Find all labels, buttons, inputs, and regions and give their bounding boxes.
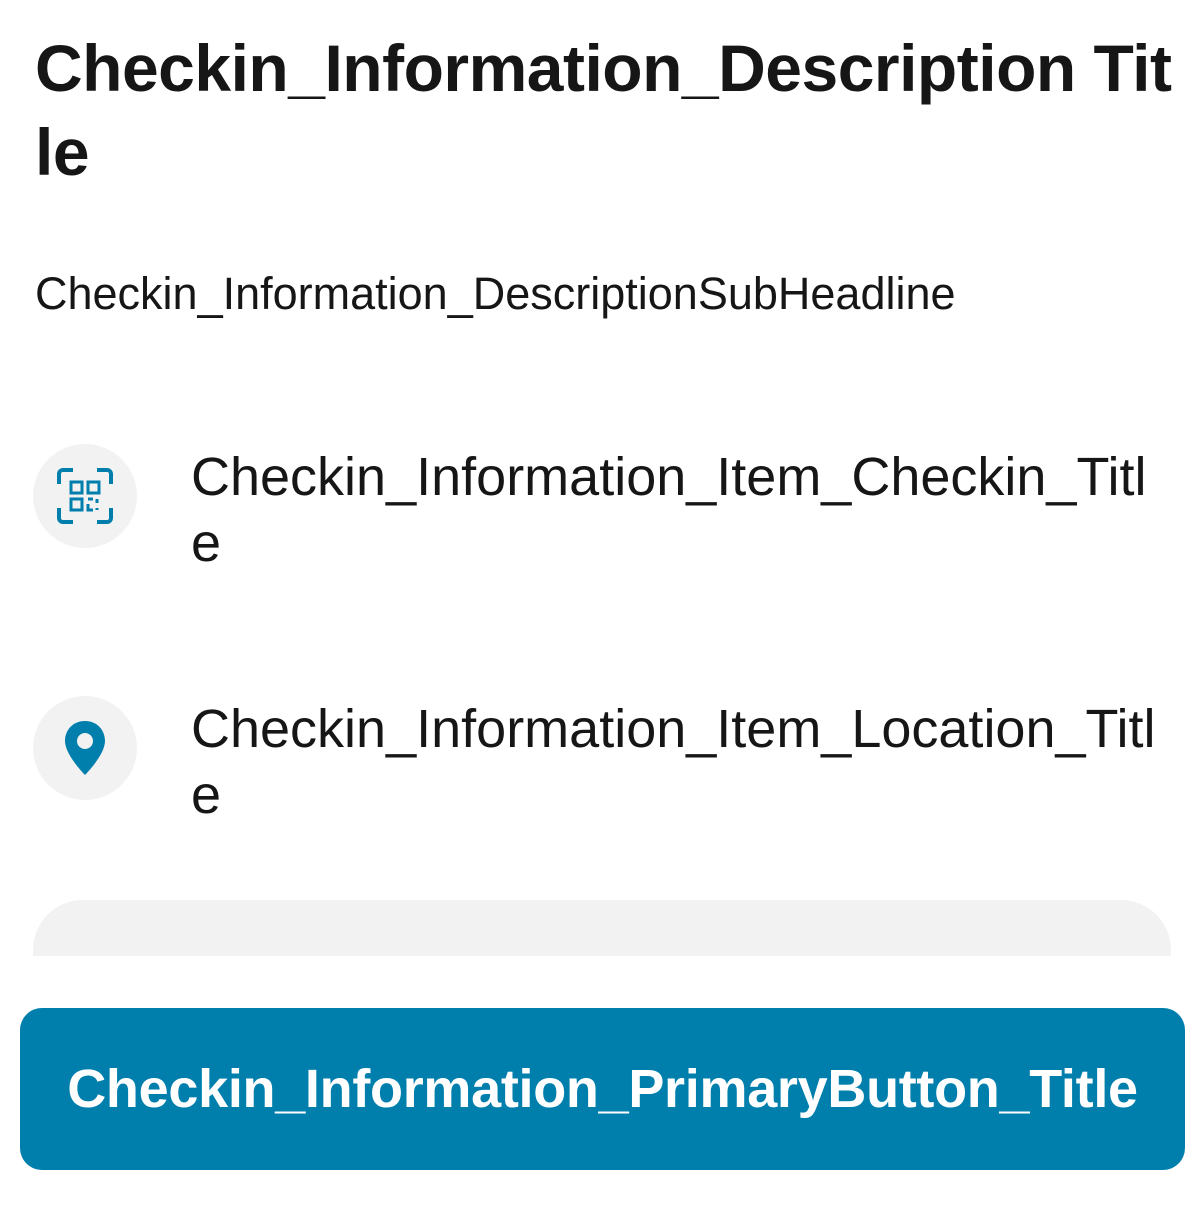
info-item-location-title: Checkin_Information_Item_Location_Title: [191, 699, 1156, 825]
page-title: Checkin_Information_Description Title: [35, 31, 1172, 189]
info-item-location: Checkin_Information_Item_Location_Title: [33, 696, 1173, 836]
primary-button[interactable]: Checkin_Information_PrimaryButton_Title: [20, 1008, 1185, 1170]
info-item-checkin-title: Checkin_Information_Item_Checkin_Title: [191, 447, 1147, 573]
content-card: [33, 900, 1171, 956]
page-subheadline: Checkin_Information_DescriptionSubHeadli…: [35, 268, 956, 319]
info-item-checkin: Checkin_Information_Item_Checkin_Title: [33, 444, 1173, 584]
location-pin-icon: [33, 696, 137, 800]
qr-scan-icon: [33, 444, 137, 548]
